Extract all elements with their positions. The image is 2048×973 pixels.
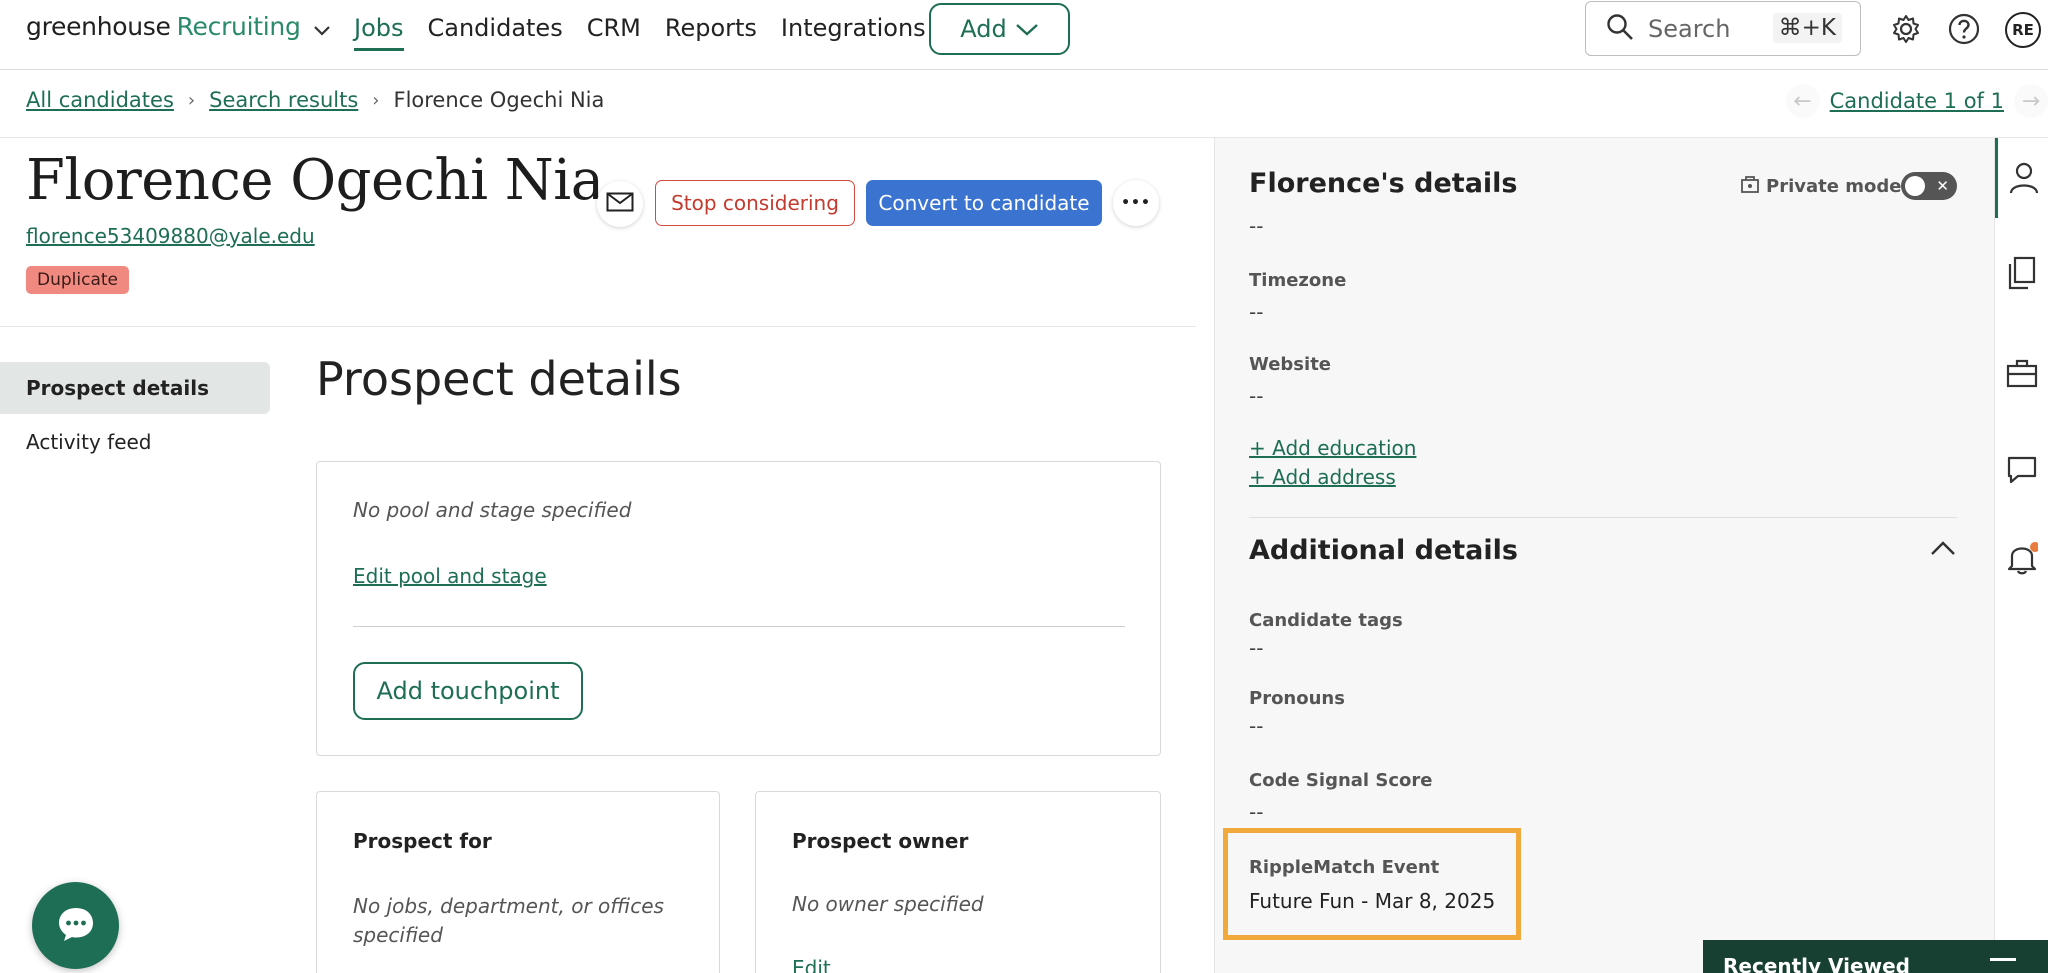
candidate-tags-value: -- [1249,636,1264,660]
prospect-owner-empty-text: No owner specified [792,892,984,916]
top-navigation: greenhouse Recruiting Jobs Candidates CR… [0,0,2048,70]
website-label: Website [1249,354,1332,375]
avatar[interactable]: RE [2005,12,2041,48]
private-mode-toggle[interactable]: ✕ [1901,172,1957,200]
ripplematch-event-label: RippleMatch Event [1249,857,1440,878]
close-icon: ✕ [1936,177,1949,195]
settings-icon[interactable] [1889,12,1923,46]
prospect-owner-card: Prospect owner No owner specified Edit [755,791,1161,973]
prospect-for-empty-text: No jobs, department, or offices specifie… [353,894,664,947]
breadcrumb-all-candidates[interactable]: All candidates [26,88,174,112]
add-button-label: Add [960,15,1007,43]
chevron-down-icon[interactable] [313,14,331,43]
chevron-down-icon [1015,15,1039,43]
add-education-link[interactable]: + Add education [1249,436,1416,460]
search-shortcut: ⌘+K [1772,13,1842,43]
candidate-email[interactable]: florence53409880@yale.edu [26,224,315,248]
code-signal-score-value: -- [1249,800,1264,824]
person-icon[interactable] [1995,138,2048,218]
briefcase-icon[interactable] [1995,333,2048,413]
email-button[interactable] [597,181,643,227]
chevron-right-icon: › [187,89,196,111]
recently-viewed-bar[interactable]: Recently Viewed [1703,940,2048,973]
search-input[interactable]: Search ⌘+K [1585,1,1861,56]
main-nav-links: Jobs Candidates CRM Reports Integrations [354,14,950,51]
private-mode-label: Private mode [1766,176,1902,197]
duplicate-badge[interactable]: Duplicate [26,266,129,294]
candidate-name: Florence Ogechi Nia [26,148,604,213]
left-nav-prospect-details[interactable]: Prospect details [0,362,270,414]
page-title: Prospect details [316,352,682,406]
logo-main: greenhouse [26,12,171,41]
pronouns-label: Pronouns [1249,688,1345,709]
candidate-pager: ← Candidate 1 of 1 → [1785,84,2048,118]
chevron-up-icon[interactable] [1930,540,1956,560]
nav-link-jobs[interactable]: Jobs [354,14,404,51]
candidate-tags-label: Candidate tags [1249,610,1403,631]
edit-pool-stage-link[interactable]: Edit pool and stage [353,564,547,588]
add-address-link[interactable]: + Add address [1249,465,1396,489]
details-first-value: -- [1249,214,1264,238]
next-arrow-icon[interactable]: → [2014,84,2048,118]
previous-arrow-icon[interactable]: ← [1785,84,1820,118]
pronouns-value: -- [1249,714,1264,738]
help-icon[interactable] [1947,12,1981,46]
logo-accent: Recruiting [176,12,301,41]
header-divider [0,326,1196,327]
pool-stage-card: No pool and stage specified Edit pool an… [316,461,1161,756]
comment-icon[interactable] [1995,430,2048,510]
breadcrumb-current: Florence Ogechi Nia [393,88,605,112]
prospect-for-card: Prospect for No jobs, department, or off… [316,791,720,973]
card-divider [353,626,1125,627]
chevron-right-icon: › [372,89,380,111]
nav-link-reports[interactable]: Reports [665,14,757,51]
website-value: -- [1249,384,1264,408]
lock-icon [1740,174,1760,199]
ripplematch-event-value: Future Fun - Mar 8, 2025 [1249,889,1496,913]
nav-link-candidates[interactable]: Candidates [428,14,563,51]
minimize-icon[interactable] [1990,958,2016,961]
add-button[interactable]: Add [929,3,1070,55]
timezone-value: -- [1249,300,1264,324]
pool-empty-text: No pool and stage specified [353,498,632,522]
timezone-label: Timezone [1249,270,1347,291]
bell-icon[interactable] [1995,518,2048,598]
envelope-icon [606,192,634,216]
convert-to-candidate-button[interactable]: Convert to candidate [866,180,1102,226]
highlight-box [1223,828,1521,940]
recently-viewed-label: Recently Viewed [1723,954,1910,973]
details-heading: Florence's details [1249,168,1518,199]
more-options-button[interactable]: ••• [1113,180,1159,226]
additional-details-heading: Additional details [1249,535,1518,566]
prospect-for-heading: Prospect for [353,829,492,853]
prospect-owner-heading: Prospect owner [792,829,969,853]
stop-considering-button[interactable]: Stop considering [655,180,855,226]
toggle-knob [1905,176,1925,196]
left-nav-activity-feed[interactable]: Activity feed [0,416,270,468]
search-icon [1606,13,1634,45]
chat-button[interactable] [32,882,119,969]
breadcrumb-search-results[interactable]: Search results [209,88,358,112]
documents-icon[interactable] [1995,233,2048,313]
private-mode-label-group: Private mode [1740,174,1901,199]
breadcrumb: All candidates › Search results › Floren… [26,88,604,112]
side-tab-bar [1994,138,2048,973]
code-signal-score-label: Code Signal Score [1249,770,1433,791]
breadcrumb-bar: All candidates › Search results › Floren… [0,70,2048,138]
greenhouse-logo[interactable]: greenhouse Recruiting [26,10,331,43]
chat-bubble-icon [56,904,96,948]
nav-link-integrations[interactable]: Integrations [781,14,926,51]
ellipsis-icon: ••• [1121,195,1151,211]
details-divider [1249,517,1957,518]
search-placeholder: Search [1648,14,1731,43]
nav-link-crm[interactable]: CRM [587,14,641,51]
add-touchpoint-button[interactable]: Add touchpoint [353,662,583,720]
candidate-counter-link[interactable]: Candidate 1 of 1 [1830,89,2004,113]
edit-owner-link[interactable]: Edit [792,956,831,973]
